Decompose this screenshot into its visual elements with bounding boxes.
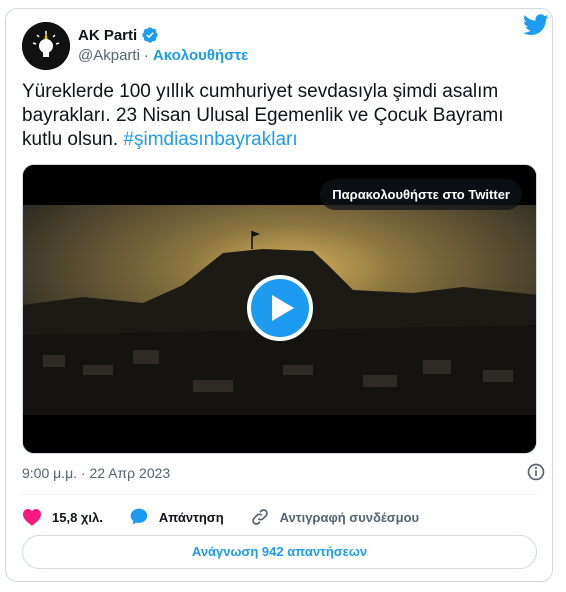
author-handle[interactable]: @Akparti [78,47,140,64]
copy-link-button[interactable]: Αντιγραφή συνδέσμου [250,507,419,527]
heart-icon [23,508,41,526]
copy-link-label: Αντιγραφή συνδέσμου [279,509,420,525]
author-name-row: AK Parti [78,26,159,44]
follow-link[interactable]: Ακολουθήστε [153,47,248,64]
play-button[interactable] [247,275,313,341]
action-bar: 15,8 χιλ. Απάντηση Αντιγραφή συνδέσμου [22,507,445,527]
reply-bubble-icon [130,508,148,525]
twitter-bird-icon[interactable] [523,14,549,36]
info-icon[interactable] [526,462,546,482]
tweet-text: Yüreklerde 100 yıllık cumhuriyet sevdası… [22,80,527,152]
play-icon [272,295,294,321]
author-name[interactable]: AK Parti [78,27,137,44]
video-player[interactable]: Παρακολουθήστε στο Twitter [22,164,537,454]
divider [20,494,538,495]
reply-button[interactable]: Απάντηση [129,507,224,527]
avatar[interactable] [22,22,70,70]
separator-dot: · [143,47,149,64]
reply-label: Απάντηση [158,509,224,525]
hashtag-link[interactable]: #şimdiasınbayrakları [123,129,297,150]
ak-parti-logo [22,22,70,70]
verified-badge-icon [142,27,158,43]
tweet-timestamp[interactable]: 9:00 μ.μ. · 22 Απρ 2023 [22,465,170,481]
author-handle-row: @Akparti · Ακολουθήστε [78,47,248,64]
like-count: 15,8 χιλ. [52,509,103,525]
link-icon [251,509,268,525]
like-button[interactable]: 15,8 χιλ. [22,508,103,526]
watch-on-twitter-button[interactable]: Παρακολουθήστε στο Twitter [320,179,522,210]
read-replies-button[interactable]: Ανάγνωση 942 απαντήσεων [22,535,537,569]
